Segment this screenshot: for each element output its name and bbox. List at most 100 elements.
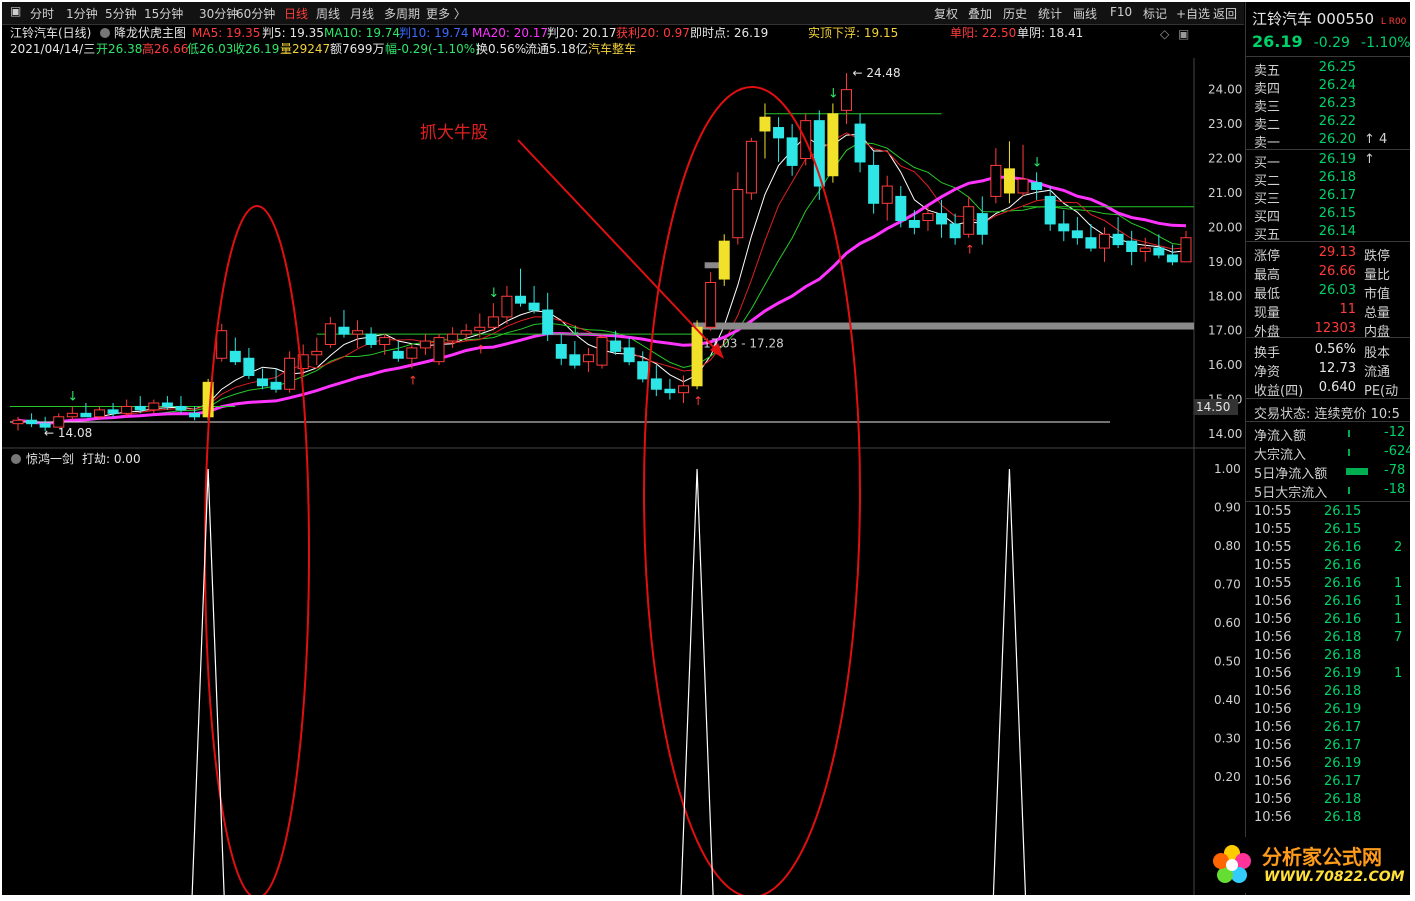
sub-axis-label: 0.30 (1214, 732, 1241, 746)
square-icon[interactable]: ▣ (1178, 27, 1189, 41)
candle-body[interactable] (406, 347, 418, 359)
candle-body[interactable] (175, 405, 187, 411)
candle-body[interactable] (216, 330, 228, 359)
candle-body[interactable] (270, 381, 282, 390)
candle-body[interactable] (515, 295, 527, 304)
chart-area[interactable]: 江铃汽车(日线) 降龙伏虎主图 MA5: 19.35 判5: 19.35 MA10: 1… (2, 2, 1245, 895)
candle-body[interactable] (1071, 230, 1083, 239)
ask-row-label: 卖五 (1254, 64, 1281, 79)
bid-row-value: 26.14 (1318, 224, 1356, 239)
stat-row-label: 最高 (1254, 268, 1281, 283)
candle-body[interactable] (1166, 254, 1178, 263)
candle-body[interactable] (93, 409, 105, 418)
candle-body[interactable] (990, 164, 1002, 197)
candle-body[interactable] (134, 405, 146, 411)
candle-body[interactable] (419, 340, 431, 349)
current-price: 26.19 (1252, 32, 1303, 51)
candle-body[interactable] (66, 412, 78, 418)
diamond-icon[interactable]: ◇ (1160, 27, 1170, 41)
stat-row-value: 26.66 (1318, 264, 1356, 279)
candle-body[interactable] (338, 326, 350, 335)
candle-body[interactable] (1031, 182, 1043, 191)
candle-body[interactable] (1099, 233, 1111, 249)
candle-body[interactable] (1153, 247, 1165, 256)
candle-body[interactable] (1085, 237, 1097, 249)
candle-body[interactable] (447, 333, 459, 342)
trade-price: 26.17 (1324, 738, 1362, 753)
candle-body[interactable] (365, 333, 377, 345)
candle-body[interactable] (569, 354, 581, 366)
candle-body[interactable] (732, 189, 744, 239)
candle-body[interactable] (881, 185, 893, 204)
candle-body[interactable] (12, 419, 24, 425)
candle-body[interactable] (773, 127, 785, 139)
candle-body[interactable] (949, 223, 961, 239)
candle-body[interactable] (243, 357, 255, 376)
candle-body[interactable] (854, 123, 866, 163)
candle-body[interactable] (827, 113, 839, 177)
candle-body[interactable] (908, 220, 920, 228)
candle-body[interactable] (80, 412, 92, 418)
candle-body[interactable] (976, 213, 988, 235)
candle-body[interactable] (542, 309, 554, 335)
candle-body[interactable] (379, 337, 391, 345)
candle-body[interactable] (1126, 240, 1138, 253)
candle-body[interactable] (759, 116, 771, 132)
candle-body[interactable] (148, 402, 160, 411)
bar-amplitude: 幅-0.29(-1.10%) (385, 41, 480, 56)
candle-body[interactable] (596, 337, 608, 366)
candle-body[interactable] (392, 350, 404, 359)
trade-price: 26.16 (1324, 612, 1362, 627)
candle-body[interactable] (324, 323, 336, 345)
candle-body[interactable] (786, 137, 798, 166)
candle-body[interactable] (121, 405, 133, 414)
candle-body[interactable] (650, 378, 662, 390)
candle-body[interactable] (352, 330, 364, 335)
candle-body[interactable] (26, 419, 38, 425)
candle-body[interactable] (311, 350, 323, 356)
candle-body[interactable] (705, 281, 717, 328)
candle-body[interactable] (474, 326, 486, 332)
candle-body[interactable] (922, 213, 934, 222)
indicator-dropdown-icon[interactable] (100, 28, 110, 38)
candle-body[interactable] (1139, 247, 1151, 253)
candle-body[interactable] (161, 402, 173, 407)
site-logo: 分析家公式网 WWW.70822.COM (1204, 837, 1410, 893)
candle-body[interactable] (691, 326, 703, 387)
candle-body[interactable] (582, 354, 594, 363)
candle-body[interactable] (745, 140, 757, 194)
candle-body[interactable] (487, 316, 499, 328)
candle-body[interactable] (637, 361, 649, 380)
candle-body[interactable] (840, 89, 852, 111)
candle-body[interactable] (1112, 233, 1124, 246)
candle-body[interactable] (189, 412, 201, 418)
candle-body[interactable] (868, 164, 880, 204)
candle-body[interactable] (433, 337, 445, 363)
trade-price: 26.18 (1324, 684, 1362, 699)
down-arrow-icon: ↓ (1032, 155, 1043, 170)
candle-body[interactable] (460, 330, 472, 335)
candle-body[interactable] (895, 195, 907, 222)
candle-body[interactable] (1044, 195, 1056, 225)
candle-body[interactable] (1017, 178, 1029, 194)
candle-body[interactable] (718, 240, 730, 280)
candle-body[interactable] (284, 357, 296, 390)
candle-body[interactable] (623, 347, 635, 363)
candle-body[interactable] (936, 213, 948, 225)
candle-body[interactable] (528, 302, 540, 311)
candle-body[interactable] (677, 385, 689, 394)
candle-body[interactable] (1180, 237, 1192, 263)
candle-body[interactable] (555, 343, 567, 359)
candle-body[interactable] (1058, 223, 1070, 232)
candle-body[interactable] (1003, 168, 1015, 194)
candle-body[interactable] (107, 409, 119, 414)
candle-body[interactable] (256, 378, 268, 387)
candle-body[interactable] (501, 295, 513, 318)
sub-indicator-dropdown-icon[interactable] (11, 454, 21, 464)
trade-time: 10:56 (1254, 774, 1292, 789)
candle-body[interactable] (610, 340, 622, 352)
candle-body[interactable] (963, 206, 975, 235)
bar-date: 2021/04/14/三 (10, 42, 95, 56)
candle-body[interactable] (664, 388, 676, 394)
candle-body[interactable] (229, 350, 241, 363)
